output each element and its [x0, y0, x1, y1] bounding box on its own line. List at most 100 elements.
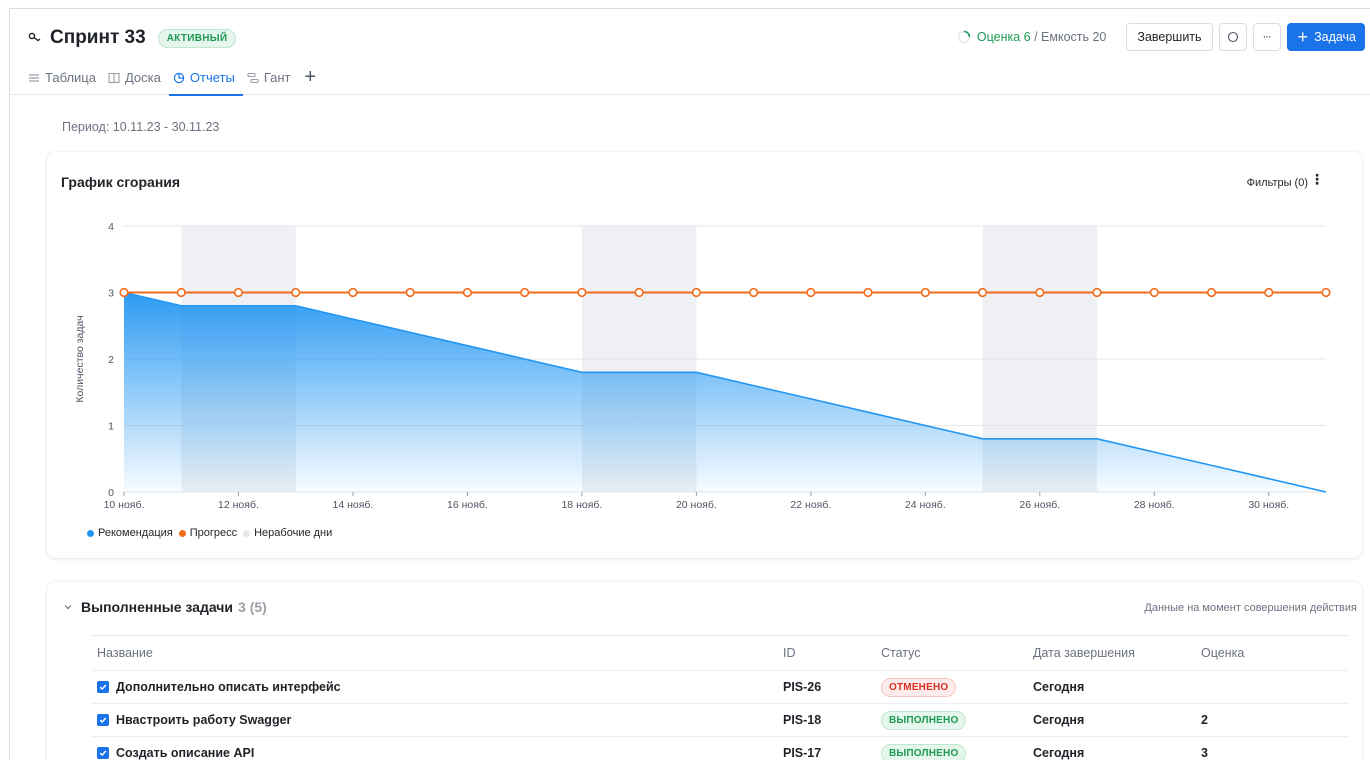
progress-point	[291, 287, 301, 298]
x-tick-label: 14 нояб.	[333, 499, 374, 511]
tab-label: Отчеты	[189, 70, 235, 85]
add-task-label: Задача	[1314, 30, 1356, 44]
progress-point	[1264, 287, 1274, 298]
tab-gantt[interactable]: Гант	[247, 70, 297, 95]
checkbox-checked-icon[interactable]	[97, 681, 109, 693]
estimate-value: Оценка 6	[976, 30, 1031, 44]
progress-point	[405, 287, 415, 298]
task-name[interactable]: Дополнительно описать интерфейс	[116, 680, 341, 694]
chart-more-icon[interactable]: ⋮	[1310, 172, 1324, 186]
task-status-cell: ВЫПОЛНЕНО	[881, 743, 967, 760]
y-tick-label: 3	[108, 288, 114, 300]
task-name-cell: Нвастроить работу Swagger	[97, 713, 291, 727]
filters-button[interactable]: Фильтры (0)	[1247, 177, 1308, 189]
view-tabs: Таблица Доска Отчеты Гант +	[28, 65, 317, 96]
y-tick-label: 4	[108, 221, 114, 233]
progress-point	[176, 287, 186, 298]
legend-label: Рекомендация	[98, 527, 173, 539]
status-badge: АКТИВНЫЙ	[157, 28, 237, 48]
task-status-cell: ОТМЕНЕНО	[881, 677, 957, 697]
tab-board[interactable]: Доска	[108, 70, 167, 95]
tab-label: Доска	[124, 70, 161, 85]
task-date: Сегодня	[1033, 746, 1085, 760]
chevron-down-icon[interactable]	[63, 602, 73, 612]
task-status-cell: ВЫПОЛНЕНО	[881, 710, 967, 730]
task-name-cell: Создать описание API	[97, 746, 254, 760]
status-badge: ОТМЕНЕНО	[881, 677, 957, 697]
progress-point	[1149, 287, 1159, 298]
sprint-page: Спринт 33 АКТИВНЫЙ Таблица Доска Отчеты …	[9, 8, 1370, 760]
status-toggle-button[interactable]	[1218, 23, 1247, 51]
progress-point	[462, 287, 473, 298]
legend-item[interactable]: Рекомендация	[87, 527, 173, 539]
tasks-total-count: (5)	[249, 599, 267, 615]
checkbox-checked-icon[interactable]	[97, 714, 109, 726]
page-header: Спринт 33 АКТИВНЫЙ Таблица Доска Отчеты …	[10, 9, 1370, 96]
add-tab-button[interactable]: +	[305, 67, 317, 95]
task-id: PIS-17	[783, 746, 822, 760]
tasks-section-header[interactable]: Выполненные задачи 3 (5)	[63, 599, 267, 615]
task-name[interactable]: Создать описание API	[116, 746, 254, 760]
x-tick-label: 26 нояб.	[1019, 499, 1060, 511]
y-tick-label: 0	[108, 487, 114, 499]
legend-item[interactable]: Прогресс	[178, 527, 237, 539]
plus-icon: +	[1297, 27, 1309, 47]
progress-point	[1092, 287, 1102, 298]
y-tick-label: 2	[108, 354, 114, 366]
progress-point	[691, 287, 701, 298]
checkbox-checked-icon[interactable]	[97, 747, 109, 759]
x-tick-label: 30 нояб.	[1248, 499, 1289, 511]
progress-point	[119, 287, 129, 298]
task-estimate: 3	[1201, 746, 1208, 760]
table-row[interactable]: Дополнительно описать интерфейс PIS-26 О…	[92, 671, 1348, 704]
column-header-id[interactable]: ID	[783, 646, 796, 660]
task-estimate: 2	[1201, 713, 1208, 727]
y-axis-label: Количество задач	[74, 315, 86, 402]
tasks-done-count: 3	[238, 599, 246, 615]
tab-table[interactable]: Таблица	[28, 70, 102, 95]
progress-point	[520, 287, 530, 298]
legend-dot-icon	[178, 529, 186, 537]
table-row[interactable]: Создать описание API PIS-17 ВЫПОЛНЕНО Се…	[92, 737, 1348, 760]
column-header-name[interactable]: Название	[97, 646, 153, 660]
more-actions-button[interactable]: ···	[1252, 23, 1281, 51]
column-header-date[interactable]: Дата завершения	[1033, 646, 1135, 660]
header-actions: Оценка 6 / Емкость 20 Завершить ··· + За…	[957, 23, 1365, 51]
y-tick-label: 1	[108, 421, 114, 433]
finish-sprint-button[interactable]: Завершить	[1126, 23, 1213, 51]
list-icon	[29, 73, 39, 82]
tasks-count: 3 (5)	[238, 599, 267, 615]
progress-point	[233, 287, 244, 298]
tab-label: Таблица	[45, 70, 96, 85]
capacity-value: / Емкость 20	[1034, 30, 1107, 44]
progress-point	[749, 287, 759, 298]
table-header-row: Название ID Статус Дата завершения Оценк…	[92, 635, 1348, 671]
tab-reports[interactable]: Отчеты	[168, 70, 243, 96]
tasks-note: Данные на момент совершения действия	[1144, 602, 1357, 614]
column-header-estimate[interactable]: Оценка	[1201, 646, 1244, 660]
progress-point	[1206, 287, 1217, 298]
circle-icon	[1227, 31, 1238, 43]
progress-point	[920, 287, 930, 298]
x-tick-label: 18 нояб.	[561, 499, 602, 511]
board-icon	[108, 72, 120, 83]
page-title: Спринт 33	[50, 27, 146, 48]
task-name[interactable]: Нвастроить работу Swagger	[116, 713, 291, 727]
task-id: PIS-26	[783, 680, 822, 694]
column-header-status[interactable]: Статус	[881, 646, 921, 660]
sprint-period: Период: 10.11.23 - 30.11.23	[62, 120, 220, 134]
task-name-cell: Дополнительно описать интерфейс	[97, 680, 341, 694]
chart-legend: Рекомендация Прогресс Нерабочие дни	[87, 527, 338, 539]
progress-point	[634, 287, 644, 298]
legend-item[interactable]: Нерабочие дни	[243, 527, 332, 539]
add-task-button[interactable]: + Задача	[1286, 23, 1365, 51]
legend-dot-icon	[87, 529, 94, 537]
table-row[interactable]: Нвастроить работу Swagger PIS-18 ВЫПОЛНЕ…	[92, 704, 1348, 737]
tab-label: Гант	[263, 70, 291, 85]
progress-ring-icon	[957, 30, 971, 44]
progress-point	[577, 287, 587, 298]
progress-point	[863, 287, 873, 298]
x-tick-label: 10 нояб.	[104, 499, 145, 511]
status-badge: ВЫПОЛНЕНО	[881, 743, 967, 760]
sprint-icon	[28, 32, 41, 42]
